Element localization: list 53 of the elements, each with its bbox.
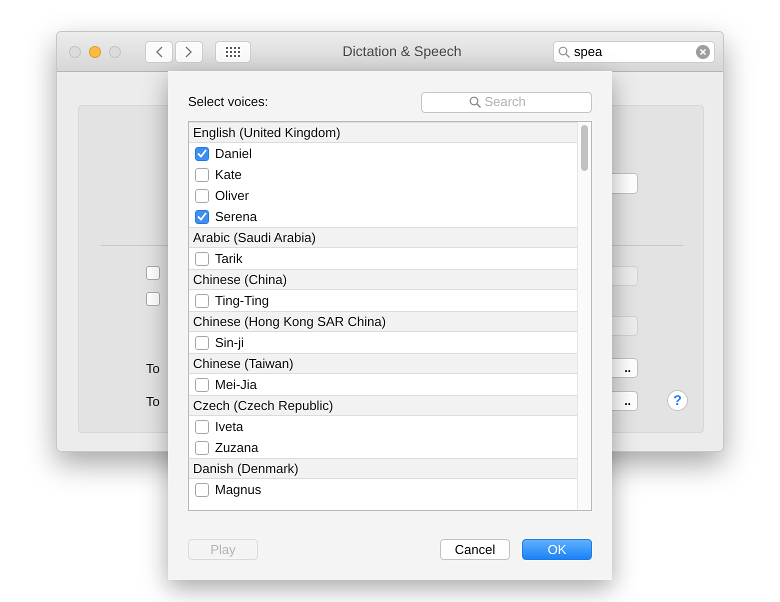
checkbox[interactable] [195,146,209,160]
group-header: Chinese (Taiwan) [189,353,577,374]
checkbox[interactable] [195,210,209,224]
group-header: English (United Kingdom) [189,122,577,143]
checkbox[interactable] [195,420,209,434]
back-icon [155,46,163,58]
group-header: Danish (Denmark) [189,458,577,479]
forward-button[interactable] [175,40,203,62]
minimize-button[interactable] [89,46,101,58]
voice-name: Kate [215,166,242,184]
voice-name: Magnus [215,481,262,499]
voice-name: Serena [215,208,257,226]
voice-name: Ting-Ting [215,292,269,310]
checkbox[interactable] [195,482,209,496]
voice-name: Iveta [215,418,244,436]
help-button[interactable]: ? [667,390,688,411]
group-header: Chinese (China) [189,269,577,290]
checkbox[interactable] [195,188,209,202]
checkbox[interactable] [195,168,209,182]
checkbox[interactable] [195,252,209,266]
checkbox[interactable] [146,266,160,280]
row-label: To [146,393,160,411]
clear-icon[interactable] [696,44,710,58]
forward-icon [185,46,193,58]
close-button[interactable] [69,46,81,58]
voice-name: Mei-Jia [215,376,257,394]
voice-name: Tarik [215,250,242,268]
checkbox[interactable] [195,336,209,350]
voice-name: Daniel [215,145,252,163]
zoom-button[interactable] [109,46,121,58]
select-voices-label: Select voices: [188,93,268,112]
window-title: Dictation & Speech [341,42,463,61]
search-field[interactable]: Search [421,92,592,112]
grid-icon [226,46,240,56]
back-button[interactable] [145,40,173,62]
group-header: Arabic (Saudi Arabia) [189,227,577,248]
row-label: To [146,360,160,378]
search-input[interactable]: Search [484,92,544,112]
search-field[interactable]: spea [553,40,715,62]
voice-name: Zuzana [215,439,258,457]
group-header: Czech (Czech Republic) [189,395,577,416]
show-all-button[interactable] [215,40,251,62]
checkbox[interactable] [146,292,160,306]
checkbox[interactable] [195,378,209,392]
checkbox[interactable] [195,294,209,308]
checkbox[interactable] [195,440,209,454]
search-icon [558,46,570,58]
group-header: Chinese (Hong Kong SAR China) [189,311,577,332]
search-icon [468,96,480,108]
voice-name: Sin-ji [215,334,244,352]
dialog-button[interactable]: Cancel [440,539,510,560]
scroll-thumb[interactable] [581,125,588,171]
voice-name: Oliver [215,187,249,205]
